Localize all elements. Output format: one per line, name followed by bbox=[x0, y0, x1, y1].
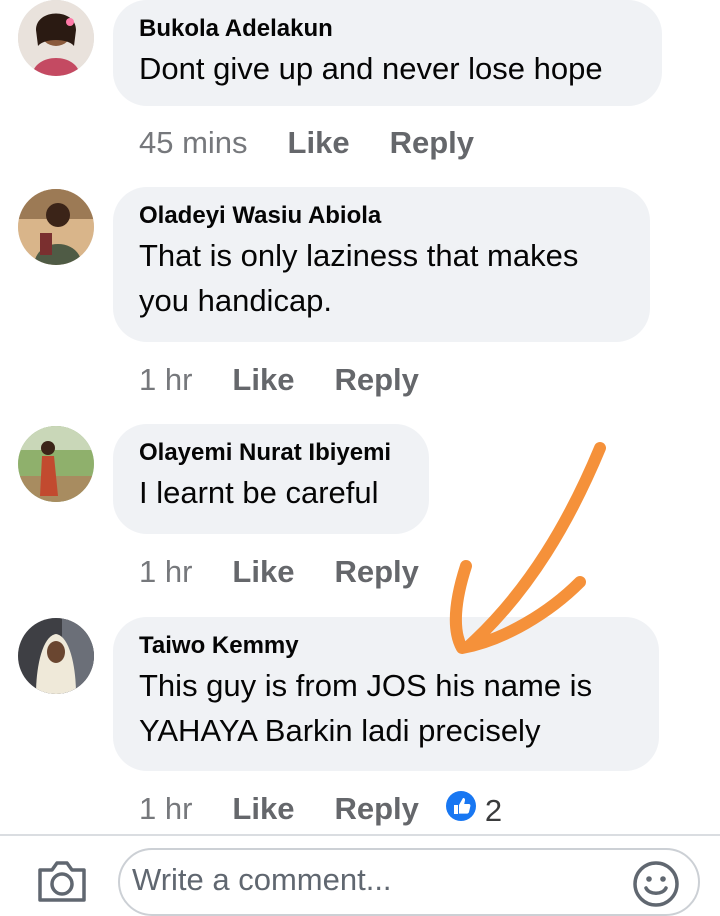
comment-text: YAHAYA Barkin ladi precisely bbox=[139, 713, 541, 748]
comment-bubble: Taiwo Kemmy This guy is from JOS his nam… bbox=[113, 617, 659, 771]
comment-text: Dont give up and never lose hope bbox=[139, 51, 603, 86]
like-button[interactable]: Like bbox=[232, 791, 294, 826]
reply-button[interactable]: Reply bbox=[334, 554, 418, 589]
avatar-image bbox=[18, 0, 94, 76]
comment-input[interactable]: Write a comment... bbox=[118, 848, 700, 916]
comment-actions: 1 hr Like Reply 2 bbox=[139, 789, 502, 829]
reply-button[interactable]: Reply bbox=[334, 791, 418, 826]
comment-text: I learnt be careful bbox=[139, 475, 379, 510]
comment-author[interactable]: Bukola Adelakun bbox=[139, 14, 636, 44]
avatar-image bbox=[18, 618, 94, 694]
like-button[interactable]: Like bbox=[232, 554, 294, 589]
comment-composer: Write a comment... bbox=[0, 836, 720, 916]
comment-time[interactable]: 1 hr bbox=[139, 362, 192, 397]
comment-time[interactable]: 1 hr bbox=[139, 554, 192, 589]
comment-time[interactable]: 1 hr bbox=[139, 791, 192, 826]
reply-button[interactable]: Reply bbox=[390, 125, 474, 160]
avatar[interactable] bbox=[18, 426, 94, 502]
comment-author[interactable]: Taiwo Kemmy bbox=[139, 631, 633, 661]
comment-time[interactable]: 45 mins bbox=[139, 125, 248, 160]
comment-author[interactable]: Olayemi Nurat Ibiyemi bbox=[139, 438, 403, 468]
comment-actions: 1 hr Like Reply bbox=[139, 360, 459, 400]
comment-actions: 45 mins Like Reply bbox=[139, 123, 514, 163]
avatar[interactable] bbox=[18, 0, 94, 76]
avatar-image bbox=[18, 426, 94, 502]
like-thumb-icon[interactable] bbox=[445, 790, 477, 832]
comment-actions: 1 hr Like Reply bbox=[139, 552, 459, 592]
avatar[interactable] bbox=[18, 618, 94, 694]
comment-text: That is only laziness that makes bbox=[139, 238, 579, 273]
like-button[interactable]: Like bbox=[232, 362, 294, 397]
smiley-icon[interactable] bbox=[632, 860, 680, 908]
comment-bubble: Olayemi Nurat Ibiyemi I learnt be carefu… bbox=[113, 424, 429, 534]
comment-author[interactable]: Oladeyi Wasiu Abiola bbox=[139, 201, 624, 231]
like-button[interactable]: Like bbox=[288, 125, 350, 160]
camera-icon[interactable] bbox=[36, 858, 88, 904]
reaction-count[interactable]: 2 bbox=[485, 793, 502, 828]
avatar[interactable] bbox=[18, 189, 94, 265]
avatar-image bbox=[18, 189, 94, 265]
reply-button[interactable]: Reply bbox=[334, 362, 418, 397]
comment-bubble: Bukola Adelakun Dont give up and never l… bbox=[113, 0, 662, 106]
comment-input-placeholder: Write a comment... bbox=[132, 862, 392, 897]
comment-bubble: Oladeyi Wasiu Abiola That is only lazine… bbox=[113, 187, 650, 342]
comment-text: you handicap. bbox=[139, 283, 333, 318]
comment-text: This guy is from JOS his name is bbox=[139, 668, 593, 703]
